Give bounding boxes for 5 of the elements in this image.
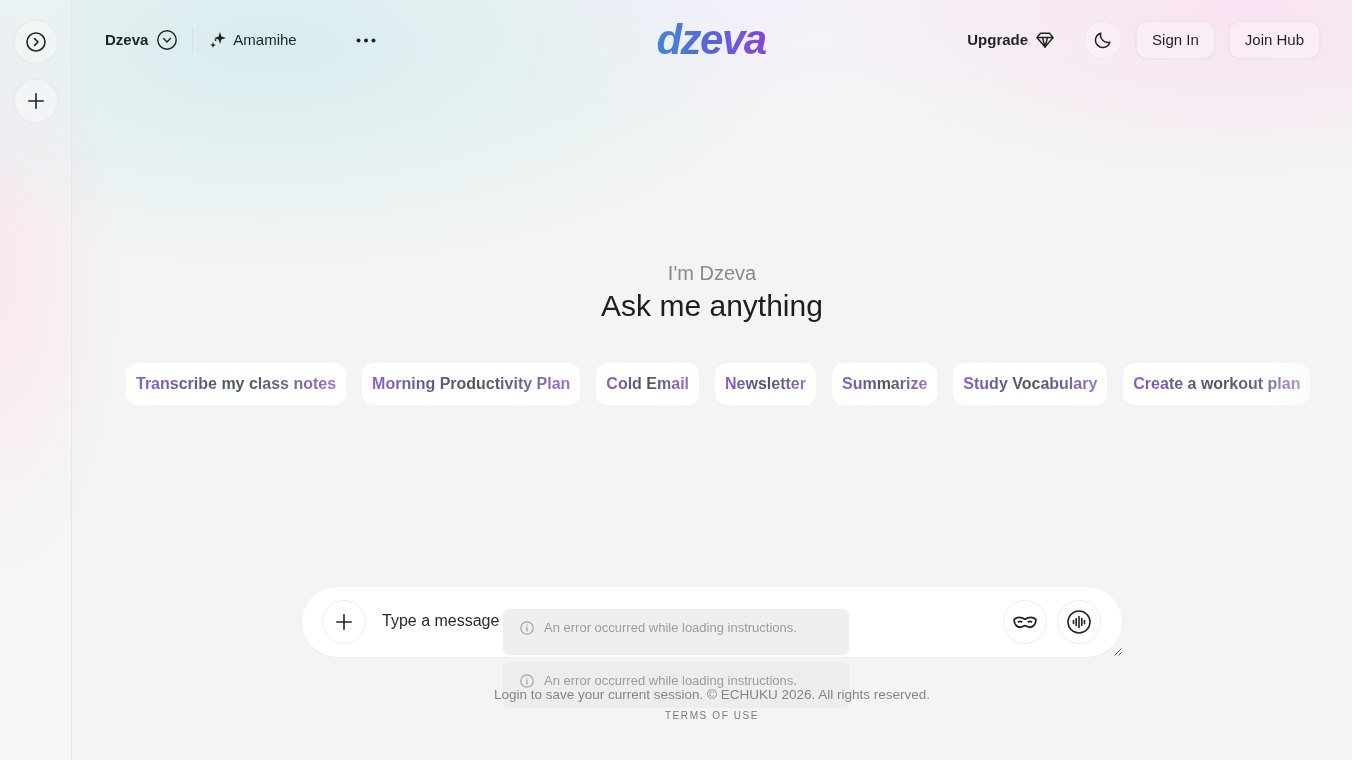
greeting-text: I'm Dzeva: [667, 261, 757, 285]
heading: Ask me anything: [601, 288, 823, 324]
footer-notice: Login to save your current session. © ECHUKU 2026. All rights reserved.: [493, 688, 931, 701]
toast-message: An error occurred while loading instructions.: [544, 621, 797, 634]
toast-message: An error occurred while loading instructions.: [544, 674, 797, 687]
